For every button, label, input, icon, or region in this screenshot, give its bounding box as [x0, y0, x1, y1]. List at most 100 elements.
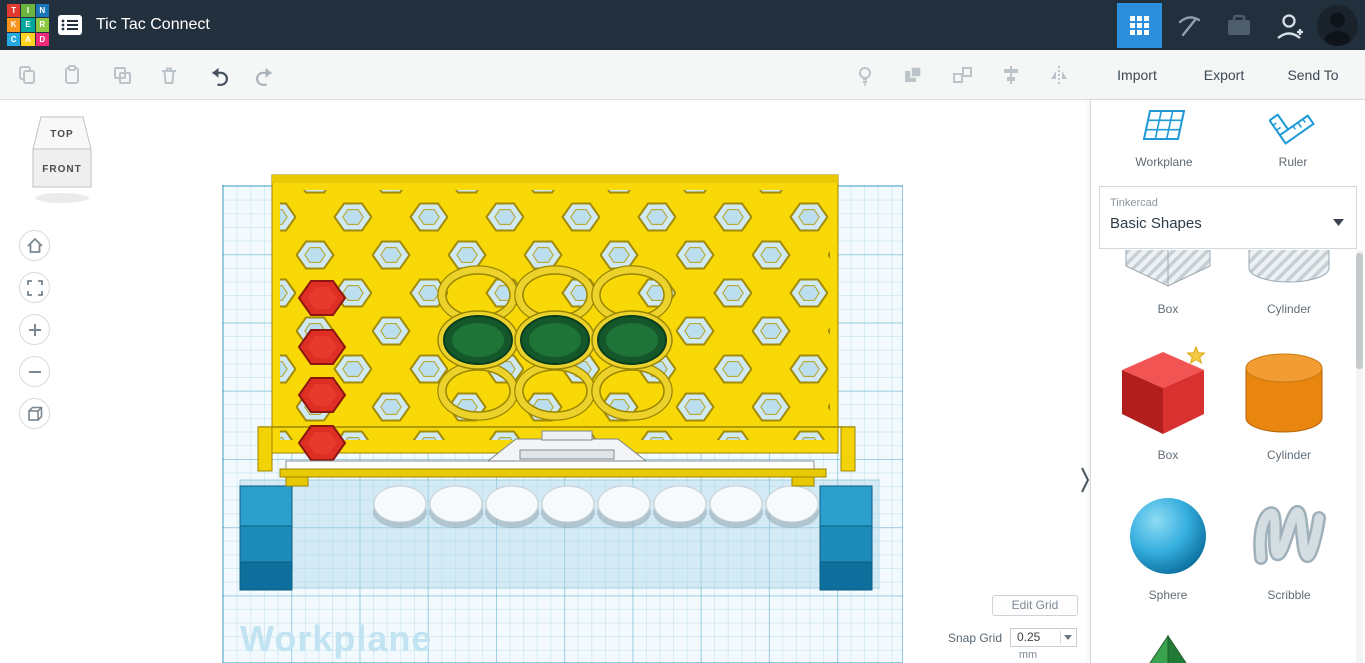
paste-icon	[65, 65, 79, 84]
copy-button[interactable]	[8, 56, 46, 94]
design-title[interactable]: Tic Tac Connect	[96, 0, 210, 50]
redo-icon	[256, 67, 272, 86]
design-menu-icon[interactable]	[57, 14, 83, 36]
design-model[interactable]	[220, 160, 880, 600]
tinkercad-logo[interactable]: T I N K E R C A D	[7, 4, 49, 46]
logo-tile: D	[35, 32, 49, 46]
duplicate-button[interactable]	[103, 56, 141, 94]
pickaxe-icon	[1178, 15, 1200, 36]
shape-item-cylinder[interactable]: Cylinder	[1239, 346, 1339, 462]
snap-grid-label: Snap Grid	[947, 631, 1002, 645]
logo-tile: R	[35, 18, 49, 32]
shape-item-box[interactable]: Box	[1118, 345, 1218, 462]
show-all-button[interactable]	[846, 56, 884, 94]
chevron-down-icon	[1333, 213, 1344, 231]
ungroup-button[interactable]	[943, 56, 981, 94]
align-button[interactable]	[992, 56, 1030, 94]
perspective-icon	[27, 406, 42, 421]
ungroup-icon	[953, 67, 972, 83]
edit-grid-button[interactable]: Edit Grid	[992, 595, 1078, 616]
ruler-tool-button[interactable]: Ruler	[1238, 106, 1348, 169]
fit-view-button[interactable]	[19, 272, 50, 303]
mirror-button[interactable]	[1040, 56, 1078, 94]
view-cube[interactable]: TOP FRONT	[28, 114, 98, 206]
view-cube-top-label: TOP	[50, 129, 73, 140]
shape-item-scribble[interactable]: Scribble	[1239, 494, 1339, 602]
grid-icon	[1129, 15, 1149, 35]
shape-item-sphere[interactable]: Sphere	[1118, 494, 1218, 602]
logo-tile: N	[35, 4, 49, 18]
group-button[interactable]	[894, 56, 932, 94]
workplane-tool-icon	[1142, 110, 1186, 140]
duplicate-icon	[114, 67, 131, 84]
delete-button[interactable]	[150, 56, 188, 94]
tinkercad-app: T I N K E R C A D Tic Tac Connect Import…	[0, 0, 1365, 663]
orange-cylinder-icon	[1245, 353, 1323, 433]
view-cube-front-label: FRONT	[42, 164, 81, 175]
paste-button[interactable]	[53, 56, 91, 94]
top-bar: T I N K E R C A D Tic Tac Connect	[0, 0, 1365, 50]
brick-kit-button[interactable]	[1216, 3, 1261, 48]
snap-grid-select[interactable]: 0.25	[1010, 628, 1077, 647]
shape-label: Scribble	[1267, 588, 1311, 602]
trash-icon	[162, 67, 176, 84]
export-button[interactable]: Export	[1194, 50, 1254, 100]
shape-library-dropdown[interactable]: Tinkercad Basic Shapes	[1099, 186, 1357, 249]
logo-tile: E	[21, 18, 35, 32]
library-selected-value: Basic Shapes	[1110, 215, 1202, 232]
lightbulb-icon	[859, 67, 871, 86]
zoom-out-button[interactable]	[19, 356, 50, 387]
shape-item-box-hole[interactable]: Box	[1118, 250, 1218, 316]
avatar[interactable]	[1317, 5, 1358, 46]
panel-scrollbar-thumb[interactable]	[1356, 253, 1363, 369]
undo-button[interactable]	[200, 56, 238, 94]
library-brand-label: Tinkercad	[1110, 197, 1158, 209]
plus-icon	[28, 323, 41, 336]
shape-label: Box	[1157, 448, 1179, 462]
shape-item-partial[interactable]	[1118, 632, 1218, 663]
viewport-canvas[interactable]: Workplane TOP FRONT Edit Grid Snap Grid …	[0, 100, 1090, 663]
send-to-button[interactable]: Send To	[1278, 50, 1348, 100]
edit-toolbar: Import Export Send To	[0, 50, 1365, 100]
perspective-toggle-button[interactable]	[19, 398, 50, 429]
snap-grid-value: 0.25	[1017, 630, 1041, 644]
briefcase-icon	[1227, 14, 1250, 35]
zoom-in-button[interactable]	[19, 314, 50, 345]
shape-item-cylinder-hole[interactable]: Cylinder	[1239, 250, 1339, 316]
shape-label: Cylinder	[1266, 302, 1311, 316]
workplane-tool-label: Workplane	[1135, 155, 1193, 169]
home-view-button[interactable]	[19, 230, 50, 261]
group-icon	[905, 66, 922, 82]
shapes-scroll-area[interactable]: Box Cylinder Box Cylinder Sphere Scribbl…	[1091, 250, 1365, 663]
logo-tile: K	[7, 18, 21, 32]
undo-icon	[212, 67, 228, 86]
red-box-icon	[1122, 345, 1206, 434]
shape-label: Sphere	[1148, 588, 1188, 602]
chevron-right-icon	[1081, 467, 1090, 493]
designs-grid-button[interactable]	[1117, 3, 1162, 48]
minecraft-button[interactable]	[1166, 3, 1211, 48]
copy-icon	[19, 66, 35, 84]
import-button[interactable]: Import	[1107, 50, 1167, 100]
green-pyramid-icon	[1149, 634, 1187, 663]
striped-box-icon	[1125, 250, 1211, 287]
logo-tile: I	[21, 4, 35, 18]
logo-tile: T	[7, 4, 21, 18]
shapes-panel: Workplane Ruler Tinkercad Basic Shapes B…	[1090, 100, 1365, 663]
striped-cylinder-icon	[1248, 250, 1330, 283]
ruler-tool-label: Ruler	[1278, 155, 1308, 169]
invite-user-button[interactable]	[1268, 3, 1312, 48]
panel-collapse-button[interactable]	[1078, 465, 1092, 495]
align-icon	[1004, 66, 1018, 84]
workplane-tool-button[interactable]: Workplane	[1109, 106, 1219, 169]
home-icon	[26, 237, 43, 253]
minus-icon	[28, 370, 41, 373]
mirror-icon	[1051, 66, 1067, 84]
panel-scrollbar[interactable]	[1356, 250, 1363, 663]
person-plus-icon	[1277, 13, 1303, 39]
ruler-tool-icon	[1268, 113, 1315, 145]
redo-button[interactable]	[246, 56, 284, 94]
fit-view-icon	[26, 279, 43, 296]
logo-tile: A	[21, 32, 35, 46]
star-badge-icon	[1186, 345, 1206, 365]
